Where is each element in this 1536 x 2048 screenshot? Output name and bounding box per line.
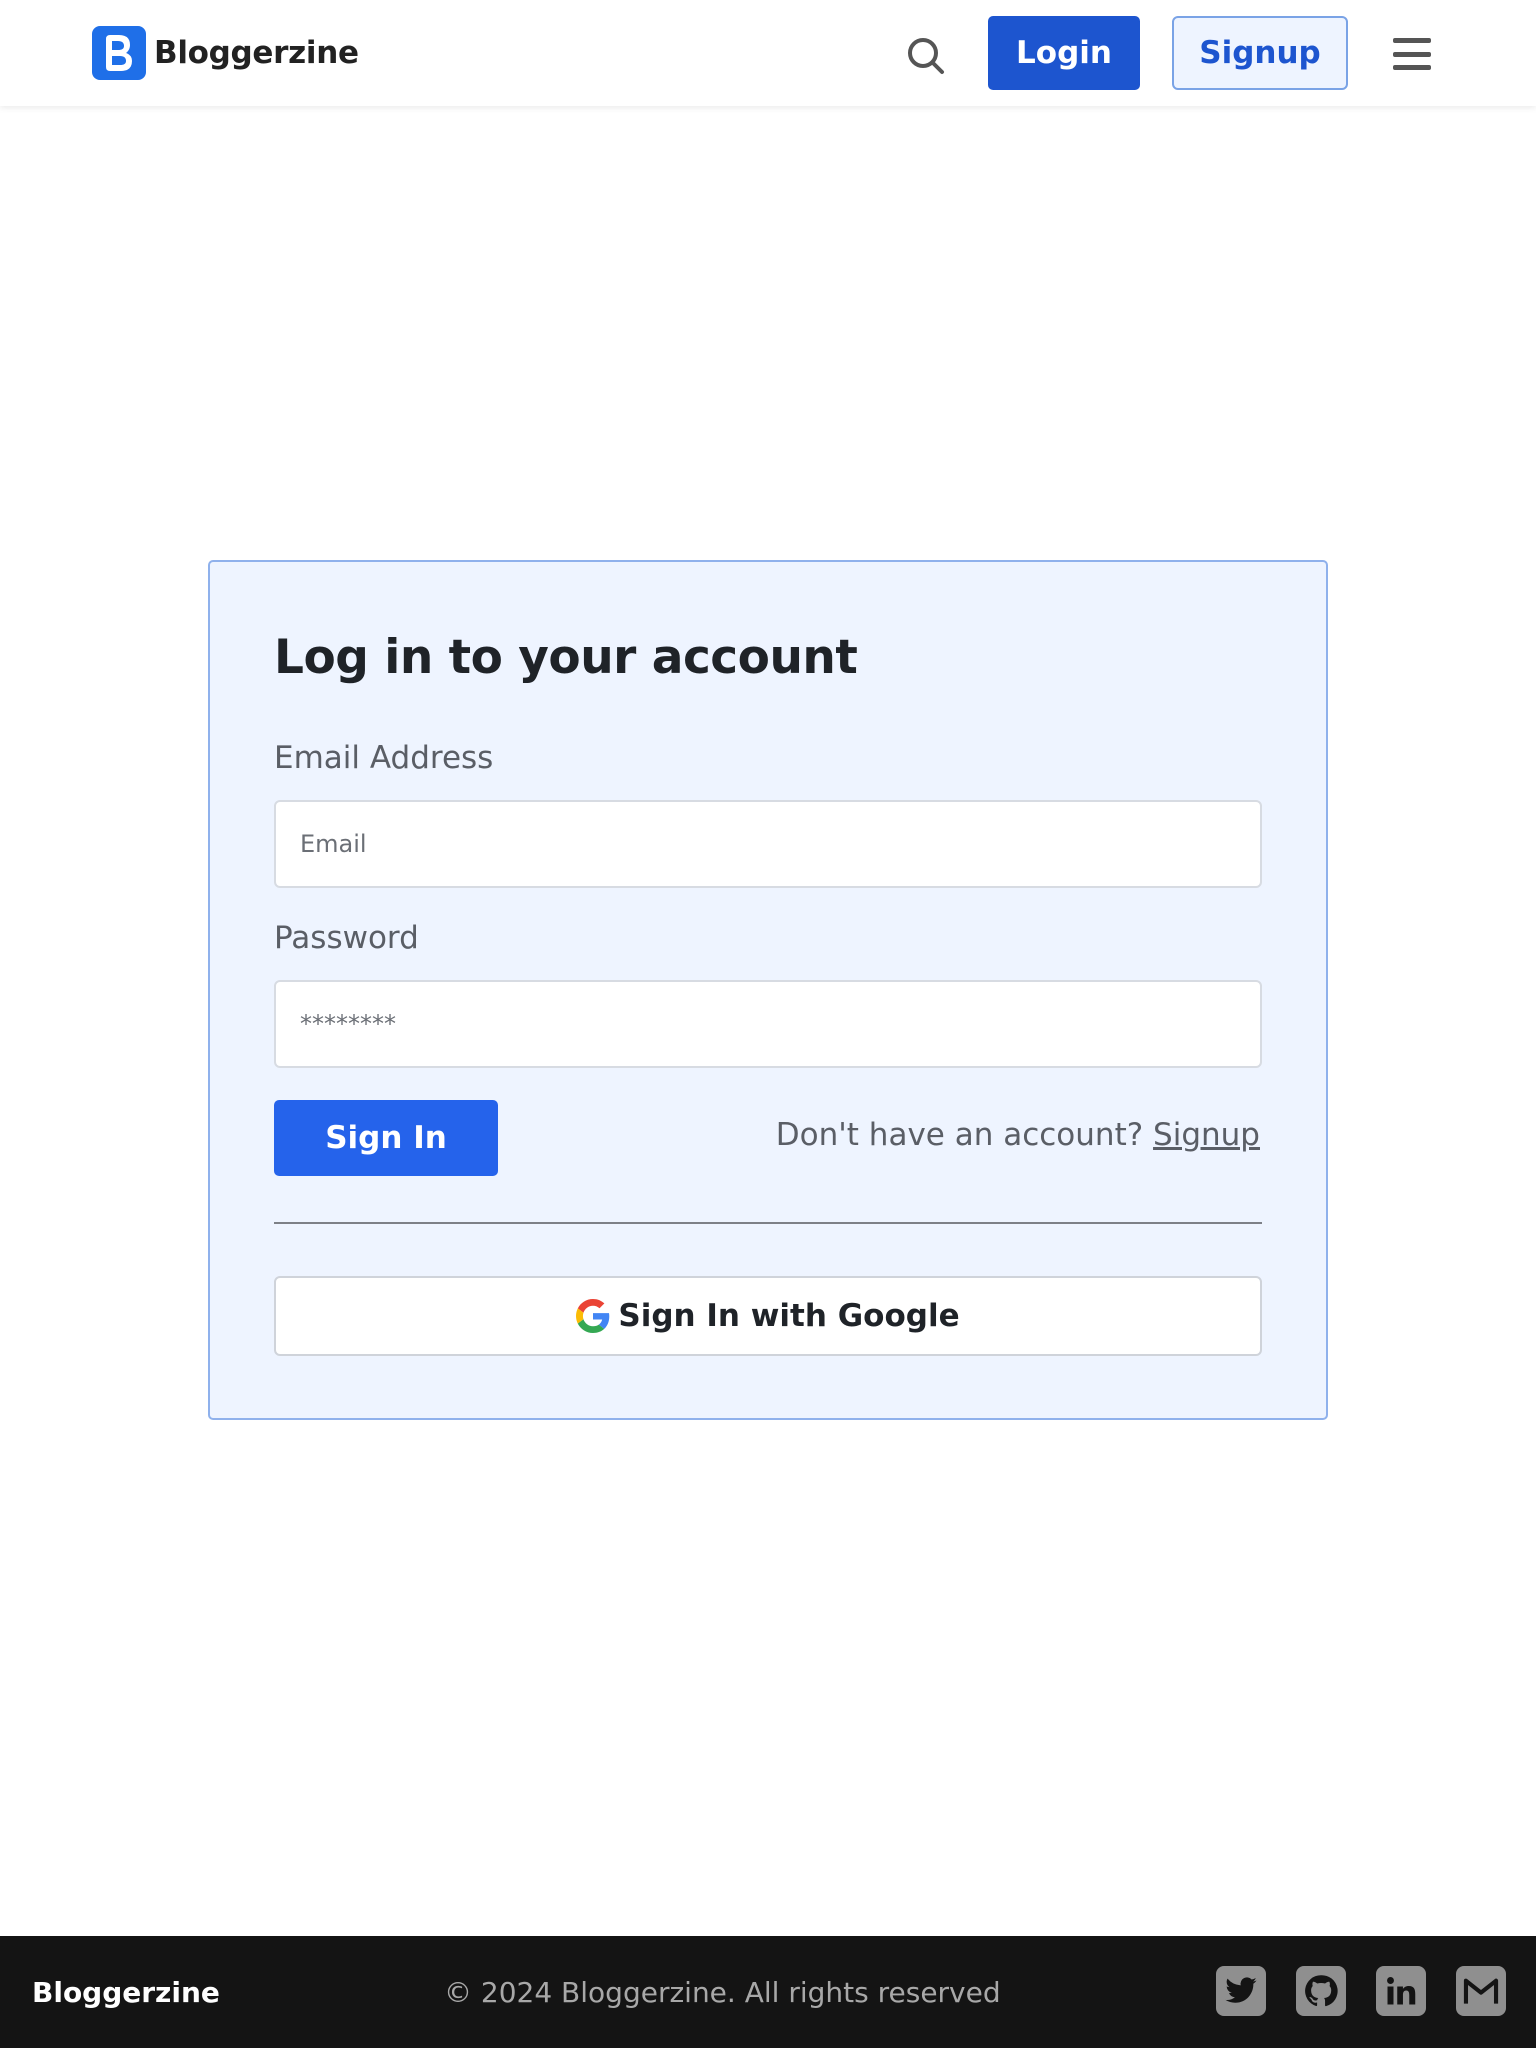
brand-link[interactable]: Bloggerzine bbox=[92, 26, 359, 80]
password-label: Password bbox=[274, 920, 419, 956]
brand-name: Bloggerzine bbox=[154, 35, 359, 71]
site-header: Bloggerzine Login Signup bbox=[0, 0, 1536, 106]
google-icon bbox=[576, 1299, 610, 1333]
github-icon[interactable] bbox=[1296, 1966, 1346, 2016]
search-button[interactable] bbox=[904, 34, 948, 78]
menu-bar bbox=[1393, 65, 1431, 70]
google-sign-in-button[interactable]: Sign In with Google bbox=[274, 1276, 1262, 1356]
no-account-text: Don't have an account? bbox=[775, 1117, 1144, 1153]
footer-copyright: © 2024 Bloggerzine. All rights reserved bbox=[444, 1976, 1001, 2009]
login-title: Log in to your account bbox=[274, 630, 858, 685]
site-footer: Bloggerzine © 2024 Bloggerzine. All righ… bbox=[0, 1936, 1536, 2048]
menu-bar bbox=[1393, 38, 1431, 43]
login-card: Log in to your account Email Address Pas… bbox=[208, 560, 1328, 1420]
gmail-icon[interactable] bbox=[1456, 1966, 1506, 2016]
login-button[interactable]: Login bbox=[988, 16, 1140, 90]
password-field[interactable] bbox=[274, 980, 1262, 1068]
sign-in-button[interactable]: Sign In bbox=[274, 1100, 498, 1176]
hamburger-menu-icon[interactable] bbox=[1390, 34, 1434, 74]
google-sign-in-label: Sign In with Google bbox=[618, 1298, 960, 1334]
footer-brand: Bloggerzine bbox=[32, 1976, 220, 2009]
signup-button[interactable]: Signup bbox=[1172, 16, 1348, 90]
search-icon bbox=[908, 38, 944, 74]
divider bbox=[274, 1222, 1262, 1224]
linkedin-icon[interactable] bbox=[1376, 1966, 1426, 2016]
email-label: Email Address bbox=[274, 740, 494, 776]
brand-logo-icon bbox=[92, 26, 146, 80]
menu-bar bbox=[1393, 51, 1431, 57]
email-field[interactable] bbox=[274, 800, 1262, 888]
twitter-icon[interactable] bbox=[1216, 1966, 1266, 2016]
signup-prompt: Don't have an account? Signup bbox=[776, 1117, 1260, 1153]
signup-link[interactable]: Signup bbox=[1153, 1117, 1260, 1153]
